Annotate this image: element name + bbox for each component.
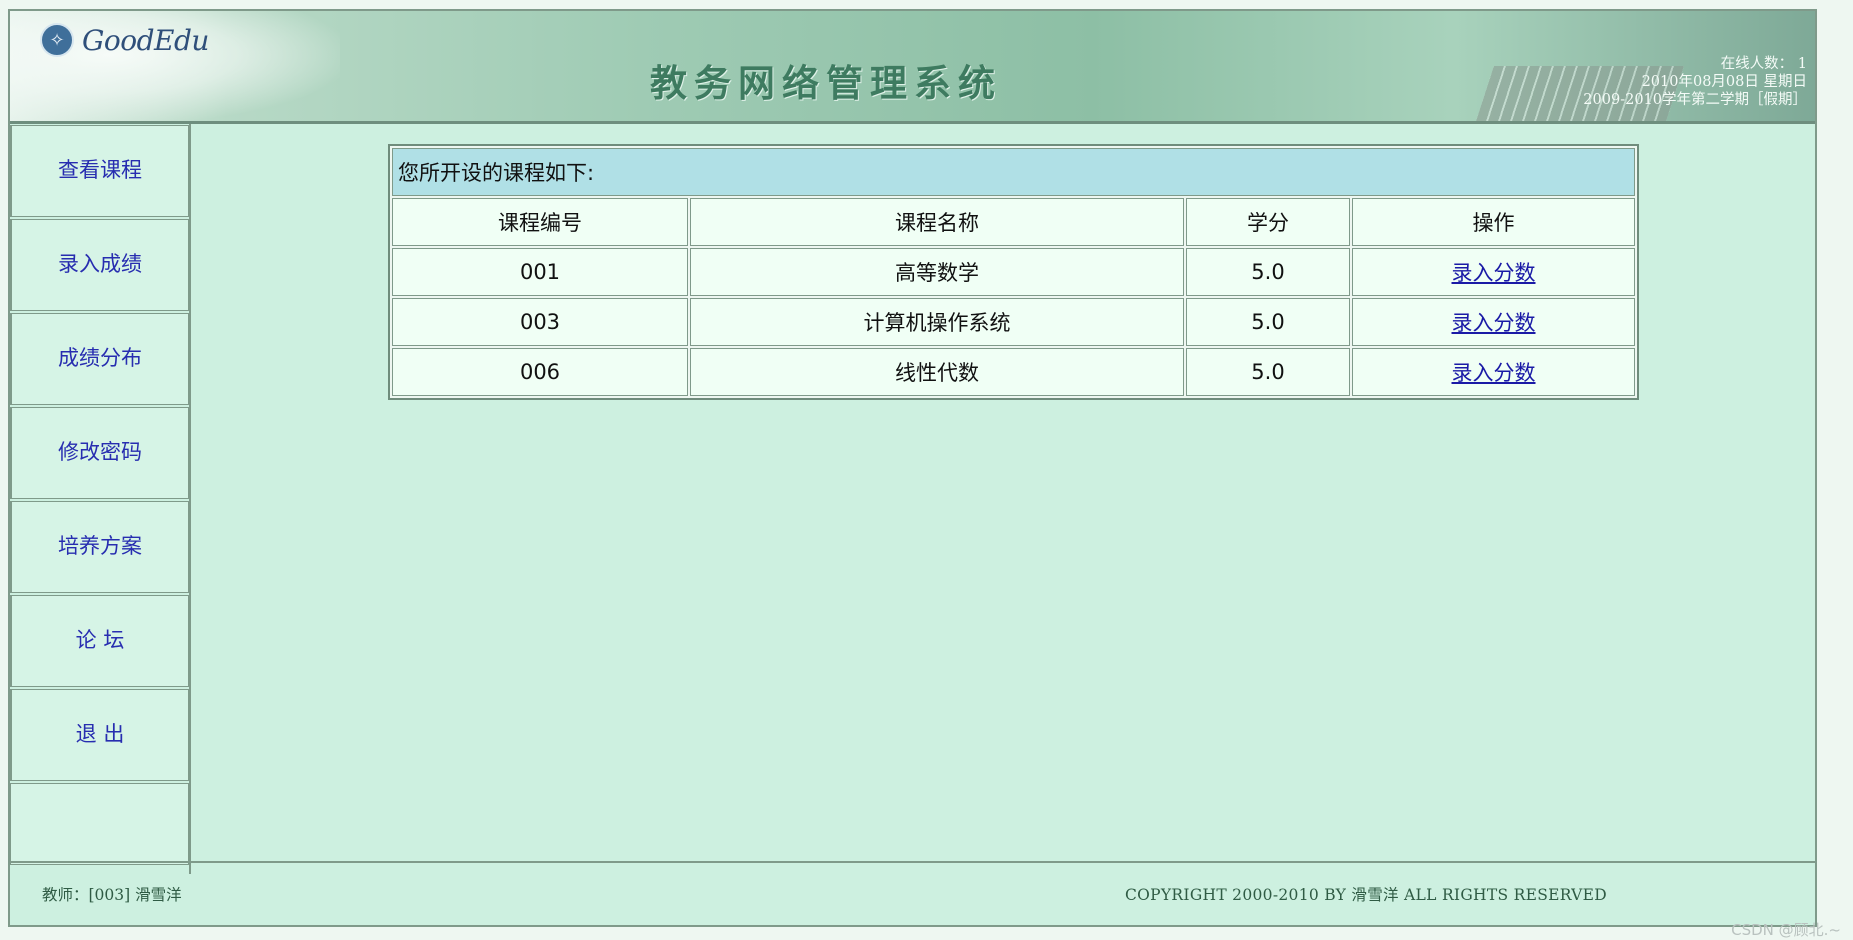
sidebar: 查看课程 录入成绩 成绩分布 修改密码 培养方案 论 坛 退 出 bbox=[10, 124, 191, 874]
footer: 教师：[003] 滑雪洋 COPYRIGHT 2000-2010 BY 滑雪洋 … bbox=[10, 861, 1815, 925]
column-header-course-id: 课程编号 bbox=[392, 198, 688, 246]
sidebar-item-enter-grades[interactable]: 录入成绩 bbox=[10, 219, 189, 311]
action-cell: 录入分数 bbox=[1352, 298, 1635, 346]
credit-cell: 5.0 bbox=[1186, 348, 1350, 396]
main-content: 您所开设的课程如下: 课程编号 课程名称 学分 操作 001 高等数学 5.0 … bbox=[193, 124, 1815, 874]
teacher-info: 教师：[003] 滑雪洋 bbox=[42, 886, 182, 904]
goodedu-logo-icon: ✧ bbox=[40, 23, 74, 57]
credit-cell: 5.0 bbox=[1186, 248, 1350, 296]
column-header-action: 操作 bbox=[1352, 198, 1635, 246]
enter-scores-link[interactable]: 录入分数 bbox=[1452, 261, 1536, 285]
table-row: 006 线性代数 5.0 录入分数 bbox=[392, 348, 1635, 396]
course-id-cell: 003 bbox=[392, 298, 688, 346]
course-table: 您所开设的课程如下: 课程编号 课程名称 学分 操作 001 高等数学 5.0 … bbox=[388, 144, 1639, 400]
header-info: 在线人数： 1 2010年08月08日 星期日 2009-2010学年第二学期［… bbox=[1583, 55, 1807, 109]
copyright-text: COPYRIGHT 2000-2010 BY 滑雪洋 ALL RIGHTS RE… bbox=[1125, 886, 1608, 904]
column-header-course-name: 课程名称 bbox=[690, 198, 1184, 246]
online-users: 在线人数： 1 bbox=[1720, 56, 1807, 72]
logo-text: GoodEdu bbox=[82, 23, 209, 57]
credit-cell: 5.0 bbox=[1186, 298, 1350, 346]
course-name-cell: 高等数学 bbox=[690, 248, 1184, 296]
course-name-cell: 线性代数 bbox=[690, 348, 1184, 396]
header-banner: ✧ GoodEdu 教务网络管理系统 在线人数： 1 2010年08月08日 星… bbox=[10, 11, 1815, 124]
action-cell: 录入分数 bbox=[1352, 348, 1635, 396]
table-caption: 您所开设的课程如下: bbox=[392, 148, 1635, 196]
sidebar-blank bbox=[10, 783, 189, 865]
current-date: 2010年08月08日 星期日 bbox=[1641, 74, 1807, 90]
action-cell: 录入分数 bbox=[1352, 248, 1635, 296]
sidebar-item-forum[interactable]: 论 坛 bbox=[10, 595, 189, 687]
course-id-cell: 006 bbox=[392, 348, 688, 396]
table-row: 003 计算机操作系统 5.0 录入分数 bbox=[392, 298, 1635, 346]
sidebar-item-grade-distribution[interactable]: 成绩分布 bbox=[10, 313, 189, 405]
table-header-row: 课程编号 课程名称 学分 操作 bbox=[392, 198, 1635, 246]
sidebar-item-change-password[interactable]: 修改密码 bbox=[10, 407, 189, 499]
sidebar-item-logout[interactable]: 退 出 bbox=[10, 689, 189, 781]
column-header-credit: 学分 bbox=[1186, 198, 1350, 246]
course-id-cell: 001 bbox=[392, 248, 688, 296]
system-title: 教务网络管理系统 bbox=[650, 61, 1002, 105]
logo: ✧ GoodEdu bbox=[40, 23, 209, 57]
sidebar-item-training-plan[interactable]: 培养方案 bbox=[10, 501, 189, 593]
enter-scores-link[interactable]: 录入分数 bbox=[1452, 361, 1536, 385]
course-name-cell: 计算机操作系统 bbox=[690, 298, 1184, 346]
enter-scores-link[interactable]: 录入分数 bbox=[1452, 311, 1536, 335]
sidebar-item-view-courses[interactable]: 查看课程 bbox=[10, 125, 189, 217]
current-term: 2009-2010学年第二学期［假期］ bbox=[1583, 92, 1807, 108]
watermark: CSDN @顾北.~ bbox=[1731, 921, 1841, 939]
app-frame: ✧ GoodEdu 教务网络管理系统 在线人数： 1 2010年08月08日 星… bbox=[8, 9, 1817, 927]
table-row: 001 高等数学 5.0 录入分数 bbox=[392, 248, 1635, 296]
